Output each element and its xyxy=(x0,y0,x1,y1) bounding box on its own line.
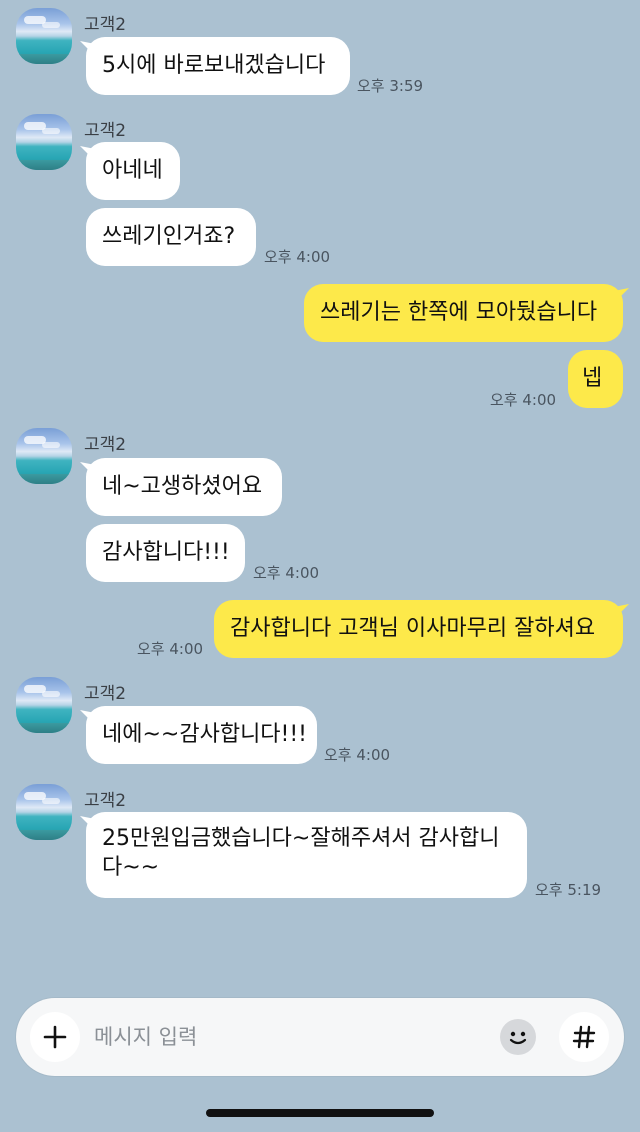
avatar[interactable] xyxy=(16,677,72,733)
message-bubble[interactable]: 쓰레기인거죠? xyxy=(86,208,256,266)
message-text: 감사합니다!!! xyxy=(102,540,230,565)
message-bubble[interactable]: 25만원입금했습니다~잘해주셔서 감사합니다~~ xyxy=(80,812,527,898)
message-time: 오후 4:00 xyxy=(137,640,204,658)
message-bubble[interactable]: 감사합니다!!! xyxy=(86,524,245,582)
avatar[interactable] xyxy=(16,8,72,64)
message-time: 오후 4:00 xyxy=(324,746,391,764)
message-bubble[interactable]: 네~고생하셨어요 xyxy=(80,458,282,516)
hash-icon xyxy=(572,1025,596,1049)
avatar[interactable] xyxy=(16,114,72,170)
message-composer: 메시지 입력 xyxy=(16,998,624,1076)
attach-button[interactable] xyxy=(30,1012,80,1062)
message-bubble[interactable]: 아네네 xyxy=(80,142,180,200)
sender-name: 고객2 xyxy=(84,684,127,704)
sender-name: 고객2 xyxy=(84,435,127,455)
sender-name: 고객2 xyxy=(84,121,127,141)
avatar[interactable] xyxy=(16,428,72,484)
message-time: 오후 4:00 xyxy=(264,248,331,266)
message-bubble[interactable]: 5시에 바로보내겠습니다 xyxy=(80,37,350,95)
emoji-button[interactable] xyxy=(500,1019,536,1055)
message-text: 감사합니다 고객님 이사마무리 잘하셔요 xyxy=(230,616,596,641)
my-message-bubble[interactable]: 쓰레기는 한쪽에 모아뒀습니다 xyxy=(304,284,629,342)
message-text: 25만원입금했습니다~잘해주셔서 감사합니다~~ xyxy=(102,826,500,880)
sender-name: 고객2 xyxy=(84,791,127,811)
home-indicator xyxy=(206,1109,434,1117)
message-text: 쓰레기는 한쪽에 모아뒀습니다 xyxy=(320,300,598,325)
message-time: 오후 3:59 xyxy=(357,77,424,95)
message-text: 쓰레기인거죠? xyxy=(102,224,236,249)
message-input[interactable]: 메시지 입력 xyxy=(94,998,197,1076)
plus-icon xyxy=(43,1025,67,1049)
message-text: 5시에 바로보내겠습니다 xyxy=(102,53,326,78)
emoji-icon xyxy=(509,1031,527,1045)
message-text: 네~고생하셨어요 xyxy=(102,474,263,499)
avatar[interactable] xyxy=(16,784,72,840)
hashtag-search-button[interactable] xyxy=(559,1012,609,1062)
my-message-bubble[interactable]: 넵 xyxy=(568,350,623,408)
sender-name: 고객2 xyxy=(84,15,127,35)
message-text: 네에~~감사합니다!!! xyxy=(102,722,308,747)
message-text: 아네네 xyxy=(102,158,163,183)
message-time: 오후 4:00 xyxy=(490,391,557,409)
my-message-bubble[interactable]: 감사합니다 고객님 이사마무리 잘하셔요 xyxy=(214,600,629,658)
message-text: 넵 xyxy=(582,366,603,391)
message-time: 오후 5:19 xyxy=(535,881,602,899)
message-bubble[interactable]: 네에~~감사합니다!!! xyxy=(80,706,317,764)
message-time: 오후 4:00 xyxy=(253,564,320,582)
